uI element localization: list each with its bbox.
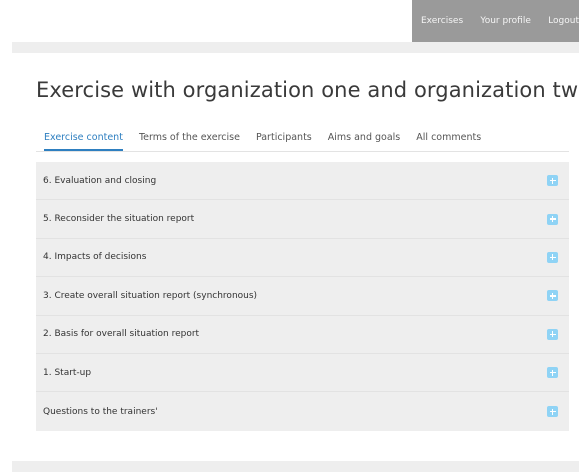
tab-all-comments[interactable]: All comments <box>416 129 481 151</box>
footer-divider-strip <box>12 461 579 472</box>
nav-logout-link[interactable]: Logout <box>548 16 579 26</box>
accordion-item-label: 1. Start-up <box>43 367 92 378</box>
accordion-item-evaluation-and-closing[interactable]: 6. Evaluation and closing <box>36 162 569 201</box>
tab-participants[interactable]: Participants <box>256 129 312 151</box>
plus-icon[interactable] <box>547 251 558 263</box>
accordion-item-create-overall-situation-report[interactable]: 3. Create overall situation report (sync… <box>36 277 569 316</box>
accordion-item-label: Questions to the trainers' <box>43 406 158 417</box>
exercise-content-accordion: 6. Evaluation and closing 5. Reconsider … <box>36 162 569 431</box>
tab-terms-of-the-exercise[interactable]: Terms of the exercise <box>139 129 240 151</box>
accordion-item-basis-for-situation-report[interactable]: 2. Basis for overall situation report <box>36 316 569 354</box>
plus-icon[interactable] <box>547 213 558 225</box>
tab-exercise-content[interactable]: Exercise content <box>44 129 123 151</box>
accordion-item-label: 5. Reconsider the situation report <box>43 214 195 225</box>
tab-aims-and-goals[interactable]: Aims and goals <box>328 129 401 151</box>
plus-icon[interactable] <box>547 175 558 187</box>
plus-icon[interactable] <box>547 406 558 418</box>
plus-icon[interactable] <box>547 328 558 340</box>
accordion-item-start-up[interactable]: 1. Start-up <box>36 354 569 393</box>
accordion-item-impacts-of-decisions[interactable]: 4. Impacts of decisions <box>36 239 569 278</box>
nav-your-profile-link[interactable]: Your profile <box>480 16 531 26</box>
accordion-item-label: 3. Create overall situation report (sync… <box>43 290 258 301</box>
accordion-item-questions-to-trainers[interactable]: Questions to the trainers' <box>36 392 569 430</box>
header-divider-strip <box>12 42 579 53</box>
nav-exercises-link[interactable]: Exercises <box>421 16 463 26</box>
plus-icon[interactable] <box>547 290 558 302</box>
top-navigation: Exercises Your profile Logout <box>412 0 579 42</box>
page-title: Exercise with organization one and organ… <box>36 78 579 102</box>
accordion-item-label: 6. Evaluation and closing <box>43 175 157 186</box>
plus-icon[interactable] <box>547 367 558 379</box>
accordion-item-reconsider-situation-report[interactable]: 5. Reconsider the situation report <box>36 200 569 239</box>
exercise-tabs: Exercise content Terms of the exercise P… <box>36 129 569 152</box>
accordion-item-label: 2. Basis for overall situation report <box>43 329 200 340</box>
accordion-item-label: 4. Impacts of decisions <box>43 252 147 263</box>
